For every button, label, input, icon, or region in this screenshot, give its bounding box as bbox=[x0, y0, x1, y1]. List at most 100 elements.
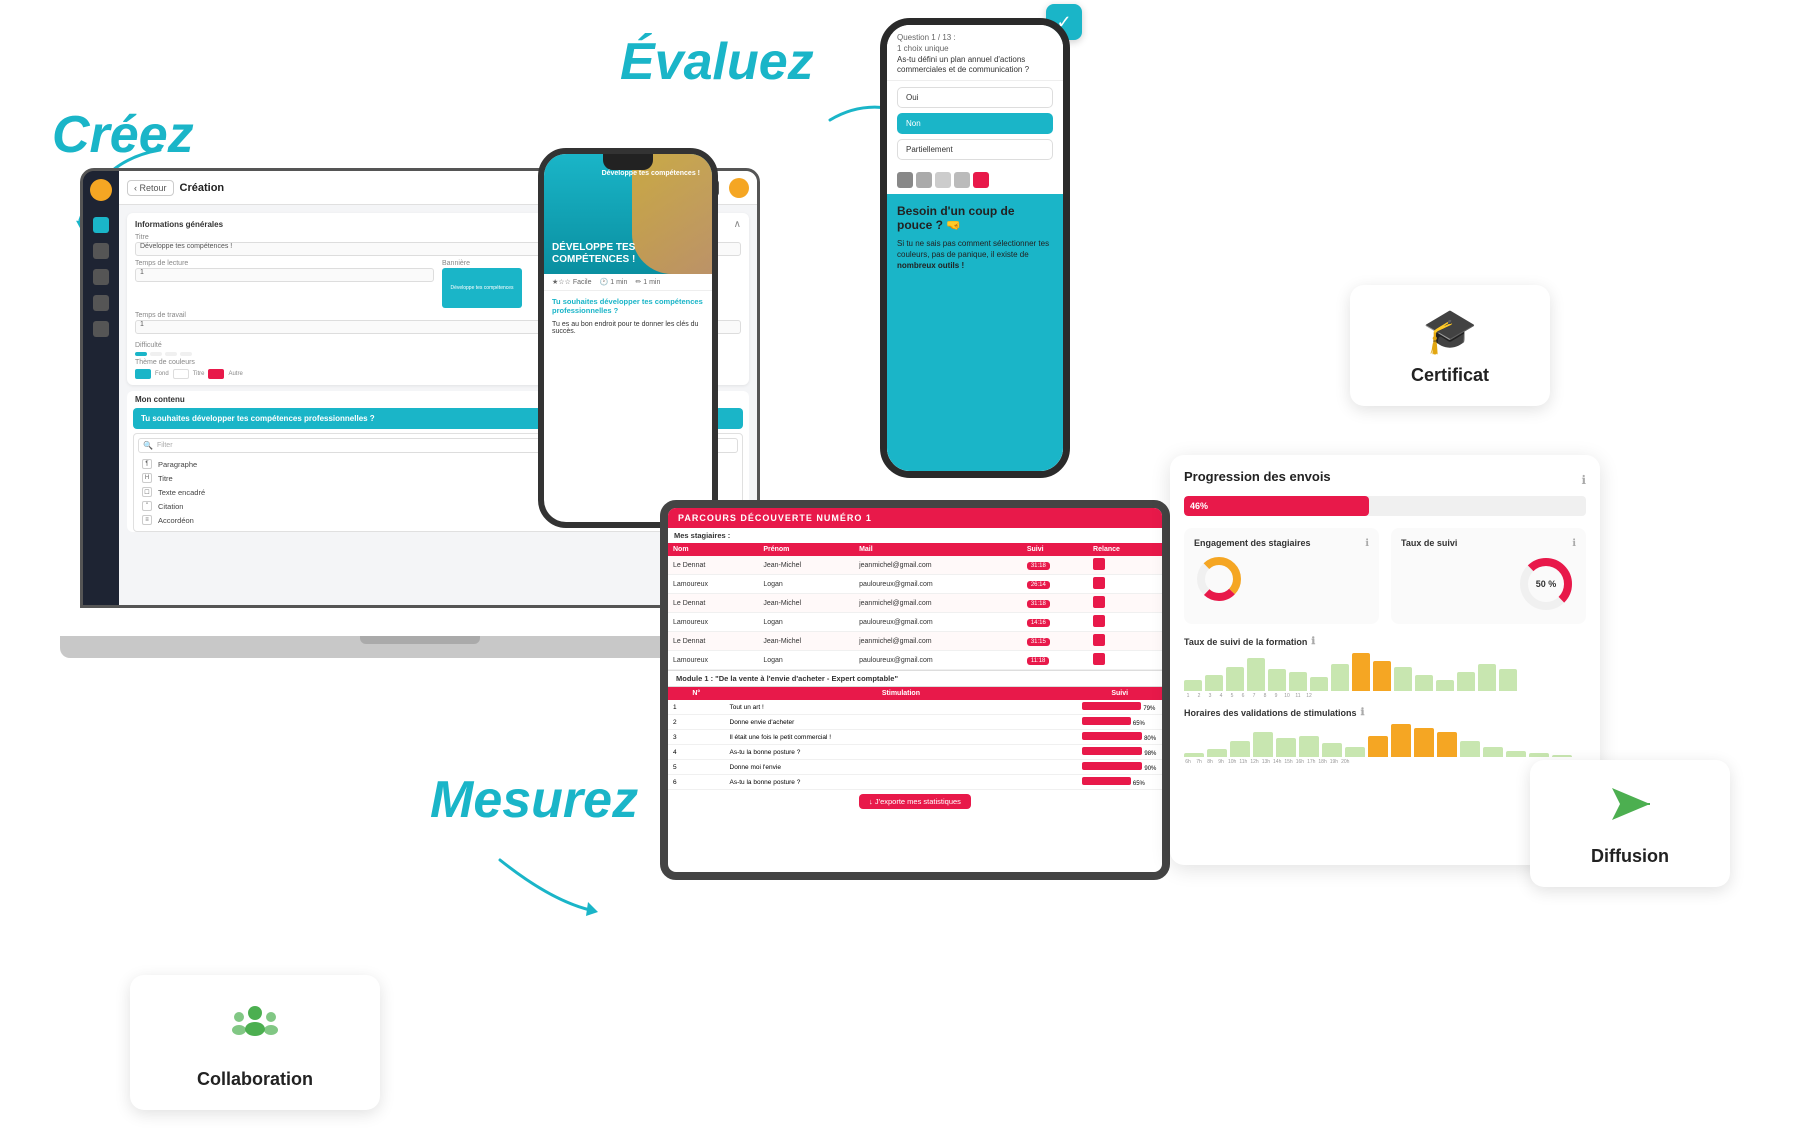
analytics-title: Progression des envois bbox=[1184, 469, 1331, 484]
sidebar-icon-settings[interactable] bbox=[93, 295, 109, 311]
horaires-bar bbox=[1276, 738, 1296, 757]
search-icon: 🔍 bbox=[143, 441, 153, 450]
horaires-bar bbox=[1552, 755, 1572, 757]
phone-time1: 🕐 1 min bbox=[600, 278, 628, 286]
phone-quiz-relative: ✓ Question 1 / 13 : 1 choix unique As-tu… bbox=[880, 18, 1090, 478]
chart-bar bbox=[1205, 675, 1223, 691]
chart-bar bbox=[1394, 667, 1412, 691]
sim-col-stim: Stimulation bbox=[725, 687, 1078, 700]
swatch-autre[interactable] bbox=[208, 369, 224, 379]
sim-table-row: 1Tout un art !79% bbox=[668, 700, 1162, 715]
fond-label: Fond bbox=[155, 371, 169, 377]
swatch-fond[interactable] bbox=[135, 369, 151, 379]
phone-center-screen: Développe tes compétences ! DÉVELOPPE TE… bbox=[544, 154, 712, 522]
horaires-bar bbox=[1529, 753, 1549, 757]
sim-table-row: 6As-tu la bonne posture ?65% bbox=[668, 775, 1162, 790]
facile-label: Facile bbox=[573, 279, 592, 286]
suivi-value: 50 % bbox=[1536, 579, 1557, 589]
label-evaluez: Évaluez bbox=[620, 32, 814, 92]
table-cell: 31:18 bbox=[1022, 556, 1088, 575]
sim-table-cell: 1 bbox=[668, 700, 725, 715]
simulation-table: N° Stimulation Suivi 1Tout un art !79%2D… bbox=[668, 687, 1162, 790]
export-button[interactable]: ↓ J'exporte mes statistiques bbox=[859, 794, 971, 809]
chart-label-item: 9 bbox=[1272, 693, 1280, 699]
sim-table-cell: Donne moi l'envie bbox=[725, 760, 1078, 775]
table-cell: Logan bbox=[758, 613, 854, 632]
chart-label-item: 6 bbox=[1239, 693, 1247, 699]
chart-bar bbox=[1352, 653, 1370, 691]
chart-bar bbox=[1268, 669, 1286, 691]
suivi-formation-info[interactable]: ℹ bbox=[1311, 636, 1315, 647]
table-cell: Lamoureux bbox=[668, 651, 758, 670]
collaboration-card: Collaboration bbox=[130, 975, 380, 1110]
suivi-info-icon[interactable]: ℹ bbox=[1572, 538, 1576, 554]
diff-btn-4[interactable] bbox=[180, 352, 192, 356]
sim-table-cell: As-tu la bonne posture ? bbox=[725, 745, 1078, 760]
suivi-formation-section: Taux de suivi de la formation ℹ 12345678… bbox=[1184, 636, 1586, 699]
info-icon[interactable]: ℹ bbox=[1581, 473, 1586, 487]
table-row: LamoureuxLoganpauloureux@gmail.com26:14 bbox=[668, 575, 1162, 594]
titre-dd-label: Titre bbox=[158, 474, 173, 483]
autre-label: Autre bbox=[228, 371, 242, 377]
texte-encadre-icon: ☐ bbox=[142, 487, 152, 497]
horaires-label: Horaires des validations de stimulations bbox=[1184, 708, 1357, 718]
citation-label: Citation bbox=[158, 502, 183, 511]
table-cell: Logan bbox=[758, 575, 854, 594]
phone-body-text: Tu es au bon endroit pour te donner les … bbox=[544, 321, 712, 335]
phone-header-image: Développe tes compétences ! DÉVELOPPE TE… bbox=[544, 154, 712, 274]
suivi-chart bbox=[1184, 651, 1586, 691]
table-cell: pauloureux@gmail.com bbox=[854, 613, 1022, 632]
phone-center-body: Développe tes compétences ! DÉVELOPPE TE… bbox=[538, 148, 718, 528]
chart-label-item: 2 bbox=[1195, 693, 1203, 699]
table-cell bbox=[1088, 575, 1162, 594]
horaires-chart-labels: 6h7h8h9h10h11h12h13h14h15h16h17h18h19h20… bbox=[1184, 759, 1586, 765]
phone-stars: ★☆☆ Facile bbox=[552, 278, 592, 286]
sidebar-icon-home[interactable] bbox=[93, 217, 109, 233]
chart-bar bbox=[1226, 667, 1244, 691]
donut-chart bbox=[1194, 554, 1244, 604]
temps-lecture-input[interactable]: 1 bbox=[135, 268, 434, 282]
sim-table-cell: 3 bbox=[668, 730, 725, 745]
horaires-info[interactable]: ℹ bbox=[1361, 707, 1365, 718]
sidebar-icon-grid[interactable] bbox=[93, 243, 109, 259]
horaires-label-item: 13h bbox=[1262, 759, 1270, 765]
chart-bar bbox=[1499, 669, 1517, 691]
table-cell bbox=[1088, 556, 1162, 575]
diff-btn-2[interactable] bbox=[150, 352, 162, 356]
sim-table-row: 3Il était une fois le petit commercial !… bbox=[668, 730, 1162, 745]
chart-label-item: 12 bbox=[1305, 693, 1313, 699]
quiz-option-partiellement[interactable]: Partiellement bbox=[897, 139, 1053, 160]
chart-bar bbox=[1184, 680, 1202, 691]
table-row: Le DennatJean-Micheljeanmichel@gmail.com… bbox=[668, 594, 1162, 613]
swatch-titre[interactable] bbox=[173, 369, 189, 379]
phone-quiz-screen: Question 1 / 13 : 1 choix unique As-tu d… bbox=[887, 25, 1063, 471]
chart-label-item: 8 bbox=[1261, 693, 1269, 699]
back-button[interactable]: ‹ Retour bbox=[127, 180, 174, 196]
horaires-bar bbox=[1506, 751, 1526, 757]
temps-lecture-field: Temps de lecture 1 bbox=[135, 260, 434, 308]
paper-plane-svg bbox=[1606, 780, 1654, 828]
sidebar-icon-chart[interactable] bbox=[93, 269, 109, 285]
diff-btn-3[interactable] bbox=[165, 352, 177, 356]
sidebar-icon-user[interactable] bbox=[93, 321, 109, 337]
engagement-header: Engagement des stagiaires ℹ bbox=[1194, 538, 1369, 554]
chart-label-item: 7 bbox=[1250, 693, 1258, 699]
phone-quiz-body: Question 1 / 13 : 1 choix unique As-tu d… bbox=[880, 18, 1070, 478]
stagiaires-table: Nom Prénom Mail Suivi Relance Le DennatJ… bbox=[668, 543, 1162, 670]
quiz-option-non[interactable]: Non bbox=[897, 113, 1053, 134]
diff-btn-1[interactable] bbox=[135, 352, 147, 356]
engagement-info-icon[interactable]: ℹ bbox=[1365, 538, 1369, 554]
sim-table-cell: 65% bbox=[1077, 775, 1162, 790]
chart-bar bbox=[1247, 658, 1265, 691]
table-cell: pauloureux@gmail.com bbox=[854, 651, 1022, 670]
chart-bar bbox=[1373, 661, 1391, 691]
quiz-option-oui[interactable]: Oui bbox=[897, 87, 1053, 108]
chart-label-item: 5 bbox=[1228, 693, 1236, 699]
horaires-label-item: 16h bbox=[1296, 759, 1304, 765]
sim-table-row: 5Donne moi l'envie90% bbox=[668, 760, 1162, 775]
swatch-silver bbox=[935, 172, 951, 188]
horaires-label-item: 17h bbox=[1307, 759, 1315, 765]
table-cell: jeanmichel@gmail.com bbox=[854, 594, 1022, 613]
horaires-label-item: 8h bbox=[1206, 759, 1214, 765]
quiz-question-label: Question 1 / 13 : bbox=[897, 33, 1053, 42]
